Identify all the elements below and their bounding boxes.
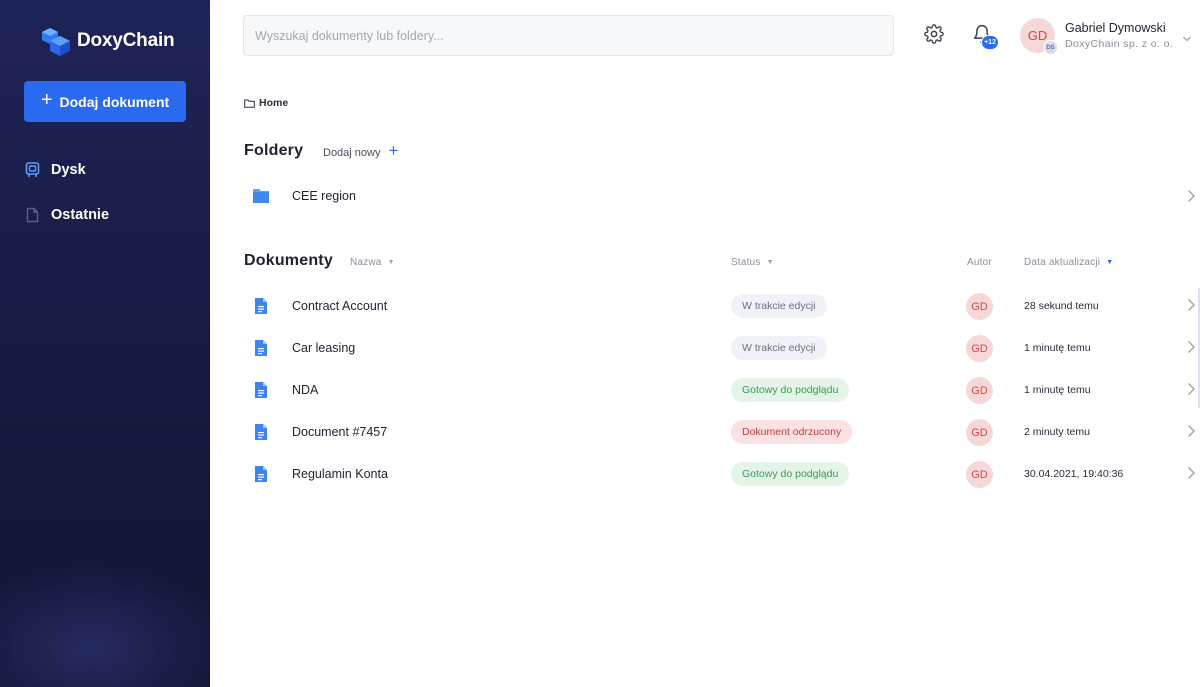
column-header-status[interactable]: Status ▼ [731, 257, 774, 268]
search-input[interactable] [243, 15, 894, 56]
chevron-right-icon [1188, 425, 1195, 437]
chevron-down-icon [1183, 36, 1191, 42]
updated-date: 28 sekund temu [1024, 300, 1099, 312]
column-header-label: Autor [967, 257, 992, 268]
table-row[interactable]: Document #7457 Dokument odrzucony GD 2 m… [244, 413, 1196, 451]
user-org: DoxyChain sp. z o. o. [1065, 38, 1174, 50]
sidebar-item-ostatnie[interactable]: Ostatnie [25, 207, 109, 223]
chevron-right-icon [1188, 383, 1195, 395]
author-avatar: GD [966, 293, 993, 320]
sidebar: DoxyChain + Dodaj dokument Dysk Ostatnie [0, 0, 210, 687]
chevron-right-icon [1188, 467, 1195, 479]
updated-date: 30.04.2021, 19:40:36 [1024, 468, 1124, 480]
document-name: Document #7457 [292, 425, 388, 439]
sidebar-item-label: Dysk [51, 162, 86, 178]
chevron-right-icon [1188, 190, 1195, 202]
document-icon [255, 424, 267, 440]
author-avatar: GD [966, 377, 993, 404]
document-name: NDA [292, 383, 319, 397]
status-badge: Gotowy do podglądu [731, 378, 850, 402]
user-name[interactable]: Gabriel Dymowski [1065, 21, 1166, 35]
column-header-name[interactable]: Nazwa ▼ [350, 257, 395, 268]
document-icon [255, 382, 267, 398]
settings-button[interactable] [924, 24, 944, 49]
folder-name: CEE region [292, 189, 356, 203]
sort-arrow-icon: ▼ [1106, 259, 1114, 266]
updated-date: 1 minutę temu [1024, 384, 1091, 396]
plus-icon: + [388, 141, 399, 160]
status-badge: W trakcie edycji [731, 336, 827, 360]
documents-title: Dokumenty [244, 252, 333, 269]
gear-icon [924, 24, 944, 44]
document-icon [255, 298, 267, 314]
document-icon [255, 340, 267, 356]
column-header-label: Nazwa [350, 257, 382, 268]
status-badge: Dokument odrzucony [731, 420, 853, 444]
table-row[interactable]: Contract Account W trakcie edycji GD 28 … [244, 287, 1196, 325]
sort-arrow-icon: ▼ [387, 259, 395, 266]
document-name: Car leasing [292, 341, 356, 355]
table-row[interactable]: NDA Gotowy do podglądu GD 1 minutę temu [244, 371, 1196, 409]
document-icon [255, 466, 267, 482]
add-document-label: Dodaj dokument [59, 93, 170, 110]
app-root: DoxyChain + Dodaj dokument Dysk Ostatnie [0, 0, 1200, 687]
updated-date: 2 minuty temu [1024, 426, 1090, 438]
updated-date: 1 minutę temu [1024, 342, 1091, 354]
author-avatar: GD [966, 335, 993, 362]
breadcrumb[interactable]: Home [244, 97, 288, 109]
column-header-author: Autor [967, 257, 992, 268]
file-icon [26, 207, 39, 223]
folders-title: Foldery [244, 142, 304, 159]
column-header-label: Status [731, 257, 761, 268]
document-name: Regulamin Konta [292, 467, 388, 481]
author-avatar: GD [966, 419, 993, 446]
column-header-updated[interactable]: Data aktualizacji ▼ [1024, 257, 1113, 268]
add-document-button[interactable]: + Dodaj dokument [24, 81, 186, 122]
status-badge: W trakcie edycji [731, 294, 827, 318]
author-avatar: GD [966, 461, 993, 488]
logo[interactable]: DoxyChain [41, 26, 175, 56]
table-row[interactable]: Car leasing W trakcie edycji GD 1 minutę… [244, 329, 1196, 367]
document-name: Contract Account [292, 299, 388, 313]
sidebar-item-dysk[interactable]: Dysk [25, 162, 86, 178]
status-badge: Gotowy do podglądu [731, 462, 850, 486]
folder-icon [253, 189, 269, 203]
add-folder-label: Dodaj nowy [323, 146, 381, 159]
breadcrumb-home[interactable]: Home [259, 97, 288, 109]
user-menu-toggle[interactable] [1182, 30, 1192, 48]
sidebar-item-label: Ostatnie [51, 207, 110, 223]
notifications-badge: +12 [981, 35, 999, 50]
chevron-right-icon [1188, 341, 1195, 353]
chevron-right-icon [1188, 299, 1195, 311]
plus-icon: + [40, 89, 53, 111]
folder-outline-icon [244, 99, 255, 108]
add-folder-button[interactable]: Dodaj nowy + [323, 141, 399, 161]
org-badge: DS [1043, 40, 1058, 55]
doxychain-logo-icon [42, 28, 70, 56]
column-header-label: Data aktualizacji [1024, 257, 1101, 268]
sort-arrow-icon: ▼ [766, 259, 774, 266]
table-row[interactable]: Regulamin Konta Gotowy do podglądu GD 30… [244, 455, 1196, 493]
logo-text: DoxyChain [77, 30, 175, 51]
drive-icon [25, 162, 40, 177]
folder-row[interactable]: CEE region [244, 178, 1196, 214]
